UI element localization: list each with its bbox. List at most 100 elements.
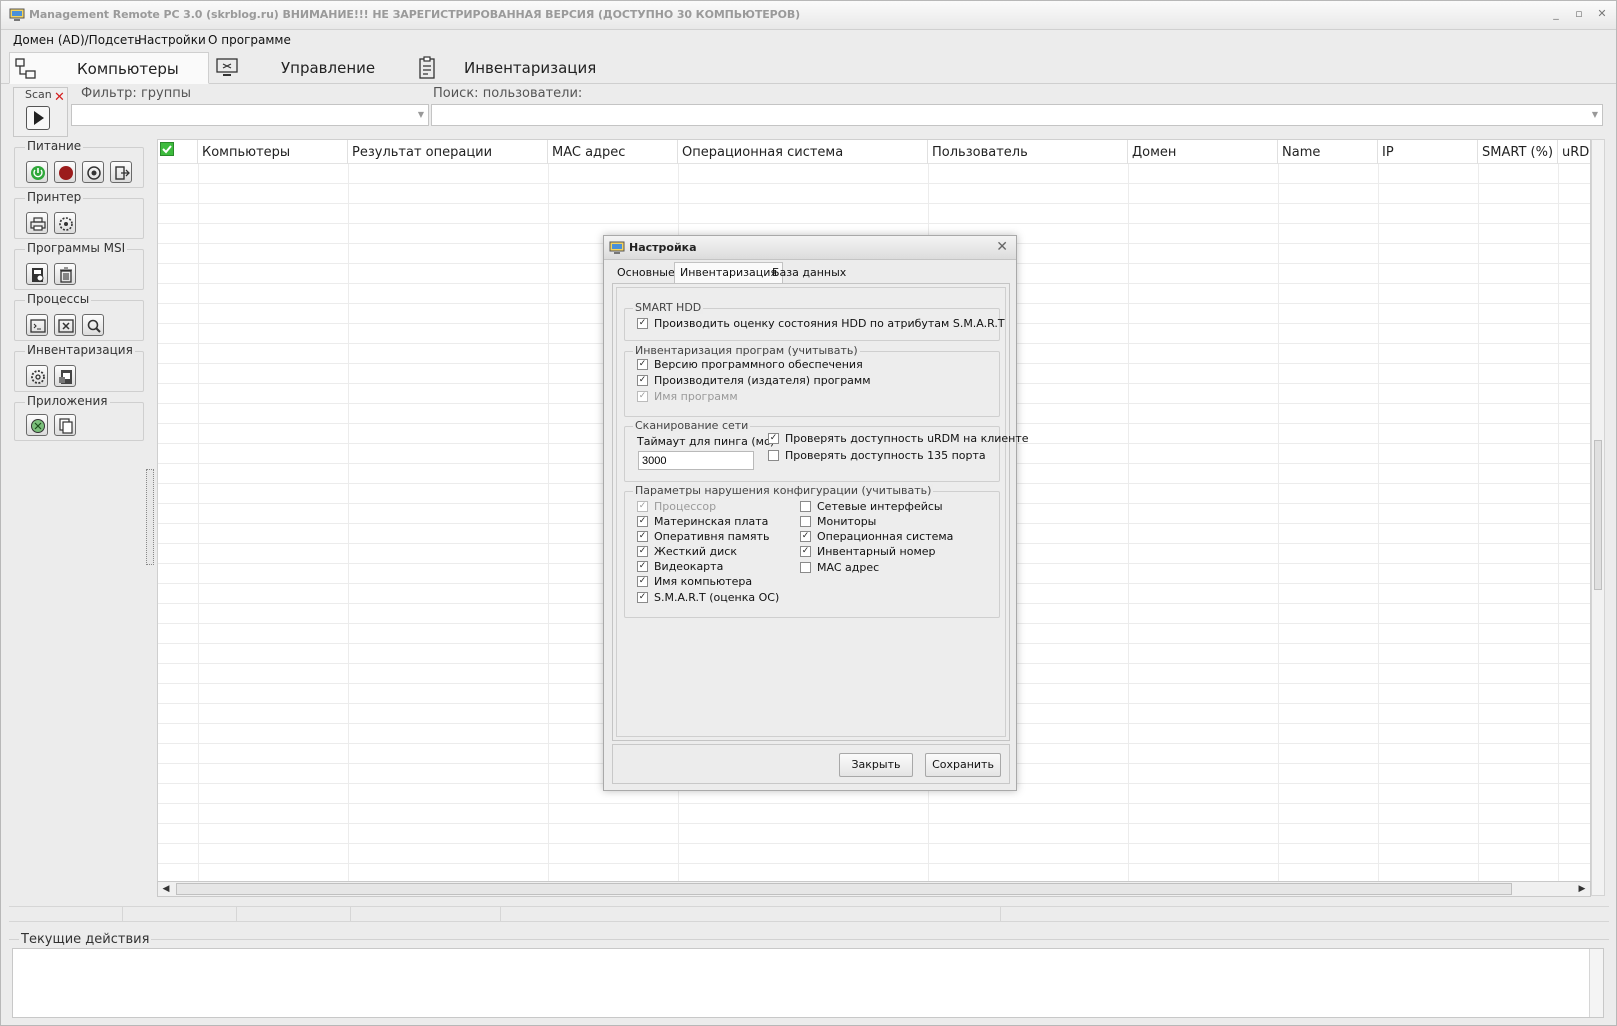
col-mac[interactable]: MAC адрес bbox=[548, 140, 678, 164]
checkbox-label: Оперативня память bbox=[654, 530, 770, 543]
copy-files-button[interactable] bbox=[54, 414, 76, 436]
checkbox-label: Операционная система bbox=[817, 530, 954, 543]
dialog-close-button[interactable]: Закрыть bbox=[839, 753, 913, 777]
col-domain[interactable]: Домен bbox=[1128, 140, 1278, 164]
dialog-close-icon[interactable]: ✕ bbox=[996, 239, 1008, 255]
checkbox-box: ✓ bbox=[637, 501, 648, 512]
checkbox-box bbox=[800, 516, 811, 527]
printer-icon bbox=[30, 217, 46, 231]
scan-stop-icon[interactable]: ✕ bbox=[54, 90, 65, 105]
apps-group-title: Приложения bbox=[25, 394, 110, 408]
processes-group-title: Процессы bbox=[25, 292, 92, 306]
col-os[interactable]: Операционная система bbox=[678, 140, 928, 164]
search-process-button[interactable] bbox=[82, 314, 104, 336]
grid-col-line bbox=[198, 164, 199, 884]
scrollbar-thumb[interactable] bbox=[1594, 440, 1602, 590]
restart-button[interactable] bbox=[82, 161, 104, 183]
select-all-checkbox[interactable] bbox=[158, 140, 198, 164]
log-scrollbar[interactable] bbox=[1589, 949, 1603, 1017]
menu-about[interactable]: О программе bbox=[208, 33, 291, 47]
ping-timeout-input[interactable] bbox=[638, 451, 754, 470]
power-on-button[interactable] bbox=[26, 161, 48, 183]
col-name[interactable]: Name bbox=[1278, 140, 1378, 164]
power-off-button[interactable] bbox=[54, 161, 76, 183]
software-inventory-group: Инвентаризация програм (учитывать) ✓ Вер… bbox=[624, 344, 1000, 417]
group-filter-combo[interactable]: ▼ bbox=[71, 104, 429, 126]
smart-hdd-legend: SMART HDD bbox=[633, 301, 704, 314]
grid-col-line bbox=[1478, 164, 1479, 884]
dialog-tab-general[interactable]: Основные bbox=[612, 263, 680, 283]
grid-col-line bbox=[1278, 164, 1279, 884]
checkbox-box bbox=[768, 450, 779, 461]
printer-settings-icon bbox=[59, 217, 73, 231]
power-off-icon bbox=[59, 166, 73, 180]
tab-control[interactable]: Управление bbox=[211, 52, 401, 84]
menu-settings[interactable]: Настройки bbox=[138, 33, 206, 47]
menu-domain[interactable]: Домен (AD)/Подсеть bbox=[13, 33, 141, 47]
remote-app-button[interactable] bbox=[26, 414, 48, 436]
col-result[interactable]: Результат операции bbox=[348, 140, 548, 164]
scroll-left-icon[interactable]: ◀ bbox=[159, 883, 173, 895]
app-monitor-icon bbox=[609, 241, 625, 254]
col-ip[interactable]: IP bbox=[1378, 140, 1478, 164]
chevron-down-icon: ▼ bbox=[1591, 110, 1598, 119]
kill-process-icon bbox=[58, 319, 74, 333]
scrollbar-thumb[interactable] bbox=[176, 883, 1512, 895]
grid-horizontal-scrollbar[interactable]: ◀ ▶ bbox=[157, 881, 1591, 897]
minimize-button[interactable]: _ bbox=[1549, 7, 1563, 21]
col-urd[interactable]: uRD bbox=[1558, 140, 1590, 164]
checkmark-icon bbox=[160, 142, 174, 156]
inventory-report-button[interactable] bbox=[54, 365, 76, 387]
title-bar: Management Remote PC 3.0 (skrblog.ru) ВН… bbox=[1, 1, 1616, 30]
checkbox-box bbox=[800, 501, 811, 512]
scan-play-button[interactable] bbox=[26, 106, 50, 130]
checkbox-label: Проверять доступность uRDM на клиенте bbox=[785, 432, 1029, 445]
printer-group: Принтер bbox=[14, 190, 144, 239]
status-cell bbox=[237, 907, 351, 921]
user-search-combo[interactable]: ▼ bbox=[431, 104, 1603, 126]
checkbox-label: Имя компьютера bbox=[654, 575, 753, 588]
inventory-settings-button[interactable] bbox=[26, 365, 48, 387]
col-smart[interactable]: SMART (%) bbox=[1478, 140, 1558, 164]
dialog-tab-database[interactable]: База данных bbox=[767, 263, 851, 283]
status-bar bbox=[9, 906, 1609, 922]
grid-col-line bbox=[1558, 164, 1559, 884]
grid-vertical-scrollbar[interactable] bbox=[1591, 139, 1605, 896]
dialog-save-button[interactable]: Сохранить bbox=[925, 753, 1001, 777]
checkbox-box: ✓ bbox=[637, 375, 648, 386]
checkbox-label: Сетевые интерфейсы bbox=[817, 500, 943, 513]
copy-files-icon bbox=[59, 418, 73, 434]
current-actions-log[interactable] bbox=[12, 948, 1604, 1018]
apps-group: Приложения bbox=[14, 394, 144, 441]
install-msi-icon bbox=[32, 268, 44, 282]
close-button[interactable]: ✕ bbox=[1595, 7, 1609, 21]
checkbox-label: S.M.A.R.T (оценка ОС) bbox=[654, 591, 780, 604]
logoff-button[interactable] bbox=[110, 161, 132, 183]
maximize-button[interactable]: ▫ bbox=[1572, 7, 1586, 21]
grid-col-line bbox=[348, 164, 349, 884]
grid-col-line bbox=[1378, 164, 1379, 884]
main-tabs: Компьютеры Управление Инвентаризация bbox=[1, 52, 1616, 84]
scroll-right-icon[interactable]: ▶ bbox=[1575, 883, 1589, 895]
grid-header: Компьютеры Результат операции MAC адрес … bbox=[158, 140, 1590, 164]
main-window: Management Remote PC 3.0 (skrblog.ru) ВН… bbox=[0, 0, 1617, 1026]
grid-col-line bbox=[1128, 164, 1129, 884]
checkbox-label: Видеокарта bbox=[654, 560, 724, 573]
checkbox-label: Инвентарный номер bbox=[817, 545, 936, 558]
uninstall-button[interactable] bbox=[54, 263, 76, 285]
inventory-group: Инвентаризация bbox=[14, 343, 144, 392]
network-scan-group: Сканирование сети Таймаут для пинга (мс)… bbox=[624, 419, 1029, 482]
col-user[interactable]: Пользователь bbox=[928, 140, 1128, 164]
printer-button[interactable] bbox=[26, 212, 48, 234]
col-computers[interactable]: Компьютеры bbox=[198, 140, 348, 164]
dialog-footer: Закрыть Сохранить bbox=[612, 744, 1010, 784]
printer-settings-button[interactable] bbox=[54, 212, 76, 234]
tab-inventory[interactable]: Инвентаризация bbox=[411, 52, 611, 84]
checkbox-box: ✓ bbox=[800, 546, 811, 557]
checkbox-box: ✓ bbox=[637, 318, 648, 329]
sidebar-splitter[interactable] bbox=[146, 469, 154, 565]
install-msi-button[interactable] bbox=[26, 263, 48, 285]
process-list-button[interactable] bbox=[26, 314, 48, 336]
kill-process-button[interactable] bbox=[54, 314, 76, 336]
tab-computers[interactable]: Компьютеры bbox=[9, 52, 209, 84]
